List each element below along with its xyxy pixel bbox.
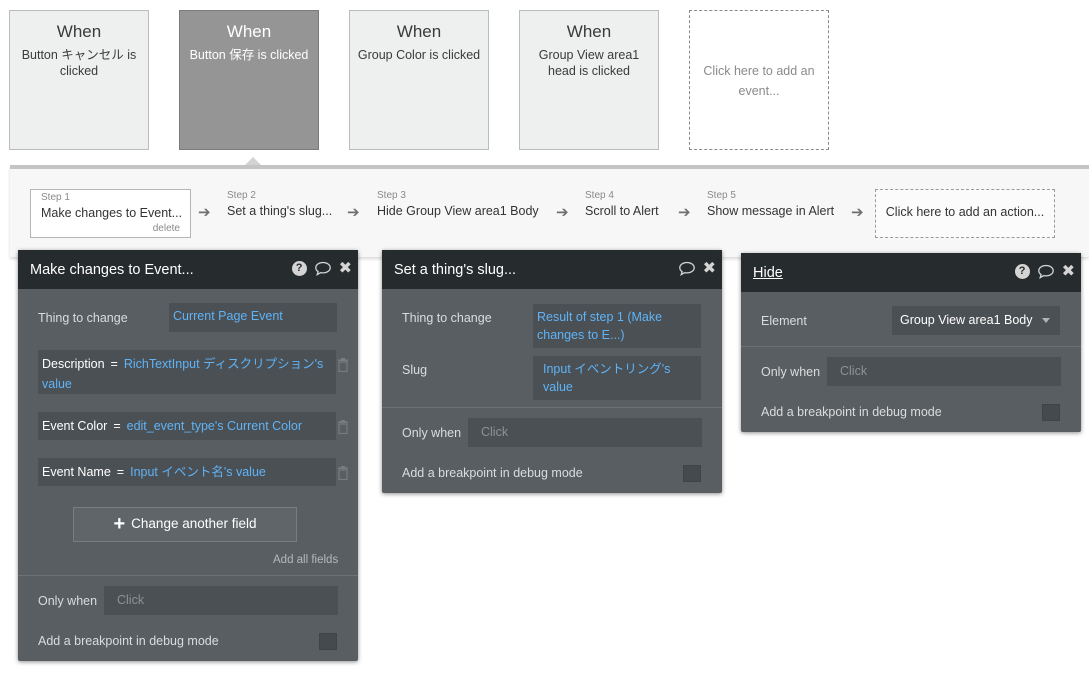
help-icon[interactable]: ? [1014, 264, 1030, 279]
step-number: Step 2 [227, 190, 256, 201]
step-title: Show message in Alert [707, 204, 835, 218]
step-title: Scroll to Alert [585, 204, 659, 218]
only-when-label: Only when [402, 426, 462, 440]
field-equals: = [116, 465, 125, 479]
close-icon[interactable]: ✖ [1062, 264, 1075, 280]
panel-title: Make changes to Event... [30, 262, 194, 278]
field-value: edit_event_type's Current Color [126, 419, 303, 433]
slug-label: Slug [402, 363, 428, 377]
step-2-set-slug[interactable]: Step 2 Set a thing's slug... [227, 190, 332, 220]
thing-to-change-value[interactable]: Result of step 1 (Make changes to E...) [533, 304, 701, 348]
element-dropdown-value: Group View area1 Body [900, 313, 1033, 327]
event-description: Button 保存 is clicked [189, 48, 309, 62]
thing-to-change-label: Thing to change [38, 311, 128, 325]
event-when-label: When [566, 22, 612, 41]
trash-icon[interactable] [337, 358, 349, 373]
event-card-save-button[interactable]: When Button 保存 is clicked [179, 10, 319, 150]
step-1-make-changes[interactable]: Step 1 Make changes to Event... delete [30, 189, 191, 238]
change-another-field-label: Change another field [131, 516, 257, 531]
make-changes-panel: Make changes to Event... ? ✖ Thing to ch… [18, 250, 358, 661]
only-when-label: Only when [761, 365, 821, 379]
event-description: Group View area1 head is clicked [538, 48, 640, 78]
event-card-group-color[interactable]: When Group Color is clicked [349, 10, 489, 150]
comment-icon[interactable] [1037, 264, 1055, 279]
only-when-input[interactable]: Click [468, 418, 702, 447]
step-number: Step 1 [41, 192, 70, 203]
breakpoint-checkbox[interactable] [1042, 404, 1060, 421]
chevron-down-icon [1042, 318, 1050, 323]
step-4-scroll-to-alert[interactable]: Step 4 Scroll to Alert [585, 190, 659, 220]
step-title: Make changes to Event... [41, 206, 183, 220]
arrow-right-icon: ➔ [556, 204, 569, 221]
breakpoint-label: Add a breakpoint in debug mode [761, 405, 942, 419]
breakpoint-label: Add a breakpoint in debug mode [402, 466, 583, 480]
thing-to-change-value[interactable]: Current Page Event [169, 303, 337, 332]
divider [382, 407, 722, 408]
field-equals: = [110, 357, 118, 371]
event-description: Button キャンセル is clicked [21, 48, 137, 78]
plus-icon: + [113, 513, 126, 535]
breakpoint-checkbox[interactable] [683, 465, 701, 482]
step-title: Hide Group View area1 Body [377, 204, 539, 218]
close-icon[interactable]: ✖ [703, 261, 716, 277]
change-another-field-button[interactable]: + Change another field [73, 507, 297, 542]
only-when-label: Only when [38, 594, 98, 608]
step-title: Set a thing's slug... [227, 204, 333, 218]
panel-header: Set a thing's slug... ✖ [382, 250, 722, 289]
trash-icon[interactable] [337, 466, 349, 481]
element-label: Element [761, 314, 807, 328]
field-name: Event Color [42, 419, 108, 433]
step-3-hide-group[interactable]: Step 3 Hide Group View area1 Body [377, 190, 539, 220]
element-dropdown[interactable]: Group View area1 Body [892, 306, 1060, 335]
field-name: Event Name [42, 465, 111, 479]
event-card-cancel-button[interactable]: When Button キャンセル is clicked [9, 10, 149, 150]
delete-step-link[interactable]: delete [153, 223, 180, 234]
comment-icon[interactable] [678, 261, 696, 276]
field-row-event-name[interactable]: Event Name = Input イベント名's value [38, 458, 336, 486]
panel-title: Set a thing's slug... [394, 262, 517, 278]
only-when-input[interactable]: Click [104, 586, 338, 615]
event-card-group-view-area1-head[interactable]: When Group View area1 head is clicked [519, 10, 659, 150]
field-equals: = [113, 419, 121, 433]
add-all-fields-link[interactable]: Add all fields [273, 554, 338, 566]
event-when-label: When [226, 22, 272, 41]
arrow-right-icon: ➔ [678, 204, 691, 221]
step-number: Step 5 [707, 190, 736, 201]
arrow-right-icon: ➔ [851, 204, 864, 221]
panel-title-link[interactable]: Hide [753, 265, 783, 281]
panel-header: Hide ? ✖ [741, 253, 1081, 292]
divider [18, 575, 358, 576]
only-when-input[interactable]: Click [827, 357, 1061, 386]
hide-panel: Hide ? ✖ Element Group View area1 Body O… [741, 253, 1081, 432]
step-number: Step 3 [377, 190, 406, 201]
slug-value[interactable]: Input イベントリング's value [533, 356, 701, 400]
breakpoint-label: Add a breakpoint in debug mode [38, 634, 219, 648]
field-name: Description [42, 357, 105, 371]
set-slug-panel: Set a thing's slug... ✖ Thing to change … [382, 250, 722, 493]
event-description: Group Color is clicked [357, 48, 481, 62]
help-icon[interactable]: ? [291, 261, 307, 276]
panel-header: Make changes to Event... ? ✖ [18, 250, 358, 289]
step-number: Step 4 [585, 190, 614, 201]
divider [741, 346, 1081, 347]
field-value: Input イベント名's value [130, 465, 266, 479]
add-event-card[interactable]: Click here to add an event... [689, 10, 829, 150]
add-event-label: Click here to add an event... [703, 64, 815, 98]
event-when-label: When [396, 22, 442, 41]
comment-icon[interactable] [314, 261, 332, 276]
field-row-event-color[interactable]: Event Color = edit_event_type's Current Co… [38, 412, 336, 440]
arrow-right-icon: ➔ [347, 204, 360, 221]
breakpoint-checkbox[interactable] [319, 633, 337, 650]
thing-to-change-label: Thing to change [402, 311, 492, 325]
add-action-button[interactable]: Click here to add an action... [875, 189, 1055, 238]
event-when-label: When [56, 22, 102, 41]
trash-icon[interactable] [337, 420, 349, 435]
step-5-show-message[interactable]: Step 5 Show message in Alert [707, 190, 834, 220]
field-row-description[interactable]: Description = RichTextInput ディスクリプション's va… [38, 350, 336, 394]
close-icon[interactable]: ✖ [339, 261, 352, 277]
arrow-right-icon: ➔ [198, 204, 211, 221]
